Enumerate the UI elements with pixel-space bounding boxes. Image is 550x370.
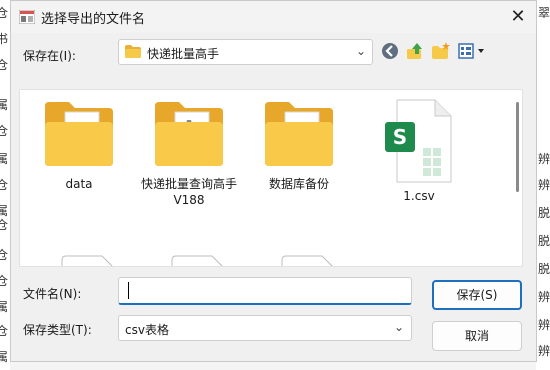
chevron-down-icon: ⌄: [393, 320, 404, 334]
file-icon-partial: [171, 255, 223, 266]
bg-char: 仓: [0, 274, 9, 288]
bg-char: 仓: [0, 124, 9, 138]
svg-text:S: S: [393, 125, 407, 149]
new-folder-icon[interactable]: [431, 41, 451, 61]
list-item-folder-data[interactable]: data: [24, 100, 134, 192]
bg-char: 属: [0, 98, 9, 112]
csv-file-icon: S: [385, 99, 452, 183]
save-button[interactable]: 保存(S): [432, 280, 522, 310]
file-name: data: [65, 177, 93, 191]
bg-char: 辨: [538, 344, 550, 358]
background-app-right: 翠 辨 辨 脱 脱 脱 辨 辨 辨: [536, 0, 550, 370]
background-app-left: 仓 书 仓 属 仓 属 仓 属 仓 仓 仓 属 仓 属: [0, 0, 10, 370]
bg-char: 脱: [538, 234, 550, 248]
folder-icon: [265, 102, 333, 166]
filetype-label: 保存类型(T):: [23, 323, 92, 337]
bg-char: 书: [0, 32, 9, 46]
bg-char: 仓: [0, 218, 9, 232]
bg-char: 仓: [0, 6, 9, 20]
dialog-title: 选择导出的文件名: [41, 12, 146, 27]
save-in-dropdown[interactable]: 快递批量高手 ⌄: [118, 39, 373, 65]
bg-char: 辨: [538, 152, 550, 166]
bg-char: 属: [0, 152, 9, 166]
bg-char: 脱: [538, 262, 550, 276]
bg-char: 仓: [0, 248, 9, 262]
list-item-csv-file[interactable]: S 1.csv: [364, 99, 474, 204]
bg-char: 辨: [538, 318, 550, 332]
filename-label: 文件名(N):: [23, 287, 82, 301]
vertical-scrollbar[interactable]: [512, 90, 522, 266]
back-icon[interactable]: [381, 41, 399, 61]
bg-char: 翠: [538, 6, 550, 20]
save-in-value: 快递批量高手: [147, 47, 220, 61]
filetype-value: csv表格: [125, 323, 169, 337]
close-button[interactable]: ✕: [500, 1, 536, 33]
file-list[interactable]: data 快递批量查询高手 V188 数据库备份 S 1.csv: [19, 89, 523, 267]
folder-icon: [45, 102, 113, 166]
file-icon-partial: [281, 255, 333, 266]
file-name: 1.csv: [403, 189, 435, 203]
app-icon: [19, 10, 35, 24]
view-menu-icon[interactable]: [457, 41, 489, 61]
bg-char: 仓: [0, 58, 9, 72]
folder-icon: [125, 45, 141, 58]
close-icon: ✕: [510, 6, 526, 27]
bg-char: 辨: [538, 290, 550, 304]
bg-char: 脱: [538, 206, 550, 220]
bg-char: 属: [0, 350, 9, 364]
app-folder-icon: [155, 102, 223, 166]
save-file-dialog: 选择导出的文件名 ✕ 保存在(I): 快递批量高手 ⌄ data 快递批量查询高…: [10, 0, 537, 362]
title-bar[interactable]: 选择导出的文件名 ✕: [11, 1, 536, 33]
chevron-down-icon: ⌄: [355, 44, 366, 58]
list-item-folder-backup[interactable]: 数据库备份: [244, 100, 354, 192]
file-name: 数据库备份: [268, 177, 329, 191]
filename-input[interactable]: [118, 277, 412, 305]
save-in-label: 保存在(I):: [23, 49, 76, 63]
list-item-folder-app[interactable]: 快递批量查询高手 V188: [134, 100, 244, 208]
file-icon-partial: [61, 255, 113, 266]
file-name: 快递批量查询高手 V188: [140, 177, 237, 207]
filetype-dropdown[interactable]: csv表格 ⌄: [118, 315, 412, 341]
text-cursor: [128, 282, 129, 299]
bg-char: 辨: [538, 178, 550, 192]
bg-char: 仓: [0, 178, 9, 192]
bg-char: 属: [0, 300, 9, 314]
scrollbar-thumb[interactable]: [516, 102, 519, 192]
cancel-button[interactable]: 取消: [432, 321, 522, 351]
up-folder-icon[interactable]: [405, 41, 425, 61]
bg-char: 仓: [0, 324, 9, 338]
